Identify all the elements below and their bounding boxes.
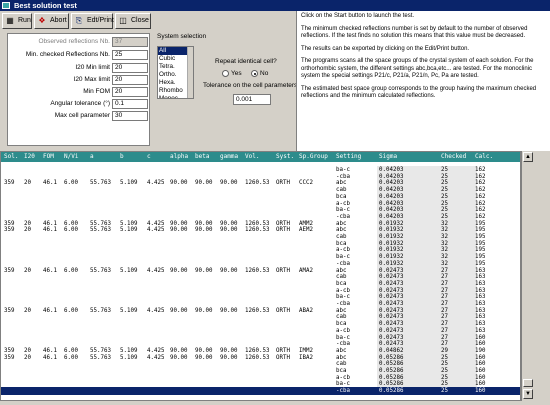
grid-header: Sol. I20 FOM N/Vi a b c alpha beta gamma Vol. Syst.… bbox=[1, 152, 520, 162]
title-bar[interactable]: Best solution test bbox=[0, 0, 550, 11]
tolerance-field[interactable]: 0.001 bbox=[233, 94, 271, 105]
info-panel: Click on the Start button to launch the … bbox=[296, 11, 550, 151]
column-header[interactable]: Sigma bbox=[379, 152, 397, 162]
scroll-up-icon[interactable]: ▲ bbox=[523, 152, 533, 162]
info-text-5: The estimated best space group correspon… bbox=[301, 85, 537, 100]
abort-icon: ❖ bbox=[38, 16, 46, 25]
column-header[interactable]: c bbox=[147, 152, 151, 162]
i20-min-row: I20 Min limit 20 bbox=[8, 63, 148, 73]
column-header[interactable]: b bbox=[120, 152, 124, 162]
run-icon: ▦ bbox=[6, 16, 14, 25]
printer-icon: ⎘ bbox=[75, 16, 83, 25]
grid-vertical-scrollbar[interactable]: ▲ ▼ bbox=[521, 151, 533, 401]
angular-tolerance-field[interactable]: 0.1 bbox=[112, 99, 148, 109]
min-checked-field[interactable]: 25 bbox=[112, 50, 148, 60]
column-header[interactable]: alpha bbox=[170, 152, 188, 162]
system-list-scrollbar[interactable] bbox=[187, 47, 193, 98]
info-text-1: Click on the Start button to launch the … bbox=[301, 13, 415, 19]
column-header[interactable]: Sol. bbox=[4, 152, 18, 162]
min-fom-field[interactable]: 20 bbox=[112, 87, 148, 97]
table-cell: 160 bbox=[475, 388, 486, 395]
min-checked-row: Min. checked Reflections Nb. 25 bbox=[8, 50, 148, 60]
repeat-no-label: No bbox=[260, 70, 269, 78]
edit-print-label: Edt/Print bbox=[87, 17, 114, 24]
max-cell-field[interactable]: 30 bbox=[112, 111, 148, 121]
table-cell: 25 bbox=[441, 388, 448, 395]
run-button[interactable]: ▦ Run bbox=[2, 13, 32, 29]
toolbar: ▦ Run ❖ Abort ⎘ Edt/Print ◫ Close bbox=[0, 11, 155, 31]
angular-tolerance-row: Angular tolerance (°) 0.1 bbox=[8, 99, 148, 109]
results-grid[interactable]: Sol. I20 FOM N/Vi a b c alpha beta gamma Vol. Syst.… bbox=[0, 151, 521, 401]
column-header[interactable]: Setting bbox=[336, 152, 361, 162]
column-header[interactable]: I20 bbox=[24, 152, 35, 162]
i20-max-row: I20 Max limit 20 bbox=[8, 75, 148, 85]
radio-yes-icon bbox=[222, 70, 229, 77]
parameters-panel: Observed reflections Nb. 37 Min. checked… bbox=[7, 33, 150, 146]
run-label: Run bbox=[18, 17, 31, 24]
max-cell-label: Max cell parameter bbox=[54, 112, 110, 119]
min-fom-label: Min FOM bbox=[83, 88, 110, 95]
min-checked-label: Min. checked Reflections Nb. bbox=[25, 51, 110, 58]
info-text-2: The minimum checked reflections number i… bbox=[301, 25, 528, 40]
repeat-yes-radio[interactable]: Yes bbox=[222, 70, 242, 77]
observed-reflections-label: Observed reflections Nb. bbox=[38, 38, 110, 45]
window-title: Best solution test bbox=[14, 1, 77, 10]
observed-reflections-field: 37 bbox=[112, 37, 148, 47]
column-header[interactable]: Calc. bbox=[475, 152, 493, 162]
i20-max-label: I20 Max limit bbox=[73, 76, 110, 83]
scroll-down-icon[interactable]: ▼ bbox=[523, 389, 533, 399]
column-header[interactable]: a bbox=[90, 152, 94, 162]
column-header[interactable]: Syst. bbox=[276, 152, 294, 162]
table-cell: 0.05286 bbox=[379, 388, 404, 395]
i20-min-field[interactable]: 20 bbox=[112, 63, 148, 73]
close-button[interactable]: ◫ Close bbox=[115, 13, 151, 29]
table-cell: -cba bbox=[336, 388, 350, 395]
repeat-yes-label: Yes bbox=[231, 70, 242, 78]
close-icon: ◫ bbox=[119, 16, 127, 25]
system-selection-label: System selection bbox=[157, 33, 207, 40]
best-solution-test-window: Best solution test ▦ Run ❖ Abort ⎘ Edt/P… bbox=[0, 0, 550, 405]
edit-print-button[interactable]: ⎘ Edt/Print bbox=[71, 13, 114, 29]
repeat-cell-label: Repeat identical cell? bbox=[215, 58, 277, 65]
column-header[interactable]: beta bbox=[195, 152, 209, 162]
observed-reflections-row: Observed reflections Nb. 37 bbox=[8, 37, 148, 47]
close-label: Close bbox=[131, 17, 149, 24]
angular-tolerance-label: Angular tolerance (°) bbox=[50, 100, 110, 107]
i20-min-label: I20 Min limit bbox=[75, 64, 110, 71]
column-header[interactable]: N/Vi bbox=[64, 152, 78, 162]
column-header[interactable]: Checked bbox=[441, 152, 466, 162]
info-text-3: The results can be exported by clicking … bbox=[301, 45, 470, 52]
tolerance-label: Tolerance on the cell parameters (A) bbox=[203, 82, 308, 89]
repeat-no-radio[interactable]: No bbox=[251, 70, 268, 77]
column-header[interactable]: gamma bbox=[220, 152, 238, 162]
table-row[interactable]: -cba 0.05286 25 160 bbox=[1, 387, 520, 396]
abort-label: Abort bbox=[50, 17, 67, 24]
radio-no-icon bbox=[251, 70, 258, 77]
scroll-thumb[interactable] bbox=[523, 379, 533, 387]
min-fom-row: Min FOM 20 bbox=[8, 87, 148, 97]
system-selection-list[interactable]: All Cubic Tetra. Ortho. Hexa. Rhombo Monoc. bbox=[157, 46, 194, 99]
info-text-4: The programs scans all the space groups … bbox=[301, 58, 534, 79]
abort-button[interactable]: ❖ Abort bbox=[34, 13, 69, 29]
column-header[interactable]: Vol. bbox=[245, 152, 259, 162]
column-header[interactable]: Sp.Group bbox=[299, 152, 328, 162]
i20-max-field[interactable]: 20 bbox=[112, 75, 148, 85]
app-icon bbox=[2, 2, 10, 9]
column-header[interactable]: FOM bbox=[43, 152, 54, 162]
max-cell-row: Max cell parameter 30 bbox=[8, 111, 148, 121]
